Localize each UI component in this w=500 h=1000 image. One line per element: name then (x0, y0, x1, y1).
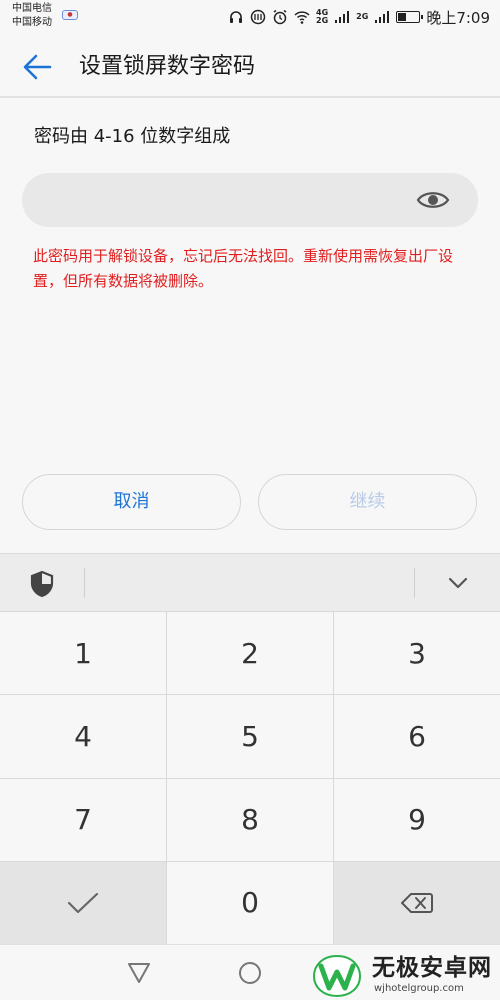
delete-key[interactable] (334, 861, 500, 944)
signal-icon-2 (375, 11, 390, 23)
keyboard-toolbar (0, 553, 500, 611)
key-3[interactable]: 3 (334, 612, 500, 695)
alarm-icon (273, 9, 287, 25)
key-0[interactable]: 0 (167, 861, 333, 944)
key-2[interactable]: 2 (167, 612, 333, 695)
carrier-2: 中国移动 (12, 17, 52, 28)
watermark-logo-icon (312, 954, 362, 998)
continue-button[interactable]: 继续 (258, 474, 477, 530)
numeric-keypad: 1 2 3 4 5 6 7 8 9 0 (0, 611, 500, 944)
key-4[interactable]: 4 (0, 695, 166, 778)
backspace-icon (401, 892, 433, 913)
wifi-icon (294, 11, 310, 24)
clock: 晚上7:09 (426, 8, 490, 27)
confirm-key[interactable] (0, 861, 166, 944)
checkmark-icon (67, 892, 99, 913)
toolbar-divider (84, 568, 85, 598)
headphones-icon (230, 11, 243, 23)
battery-icon (396, 11, 424, 23)
data-saver-icon (250, 9, 266, 25)
watermark-domain: wjhotelgroup.com (374, 983, 464, 994)
app-header: 设置锁屏数字密码 (0, 34, 500, 98)
key-5[interactable]: 5 (167, 695, 333, 778)
network-type-1: 4G 2G (316, 8, 329, 25)
arrow-left-icon[interactable] (22, 54, 52, 80)
cancel-button[interactable]: 取消 (22, 474, 241, 530)
key-7[interactable]: 7 (0, 778, 166, 861)
watermark-name: 无极安卓网 (372, 955, 492, 981)
network-type-2: 2G (356, 12, 369, 21)
shield-icon (30, 570, 54, 598)
key-1[interactable]: 1 (0, 612, 166, 695)
key-8[interactable]: 8 (167, 778, 333, 861)
triangle-back-icon[interactable] (126, 961, 152, 985)
key-9[interactable]: 9 (334, 778, 500, 861)
carrier-info: 中国电信 中国移动 (12, 2, 52, 30)
app-notification-icon: ● (62, 10, 78, 20)
circle-home-icon[interactable] (238, 961, 262, 985)
signal-icon-1 (335, 11, 350, 23)
page-title: 设置锁屏数字密码 (79, 54, 256, 79)
eye-icon[interactable] (416, 187, 450, 213)
status-icons: 4G 2G 2G 晚上7:09 (228, 6, 490, 28)
key-6[interactable]: 6 (334, 695, 500, 778)
status-bar: 中国电信 中国移动 ● 4G 2G 2G 晚上7:09 (0, 0, 500, 34)
password-input[interactable] (22, 173, 478, 227)
password-hint: 密码由 4-16 位数字组成 (34, 126, 231, 147)
toolbar-divider (414, 568, 415, 598)
carrier-1: 中国电信 (12, 3, 52, 14)
chevron-down-icon[interactable] (444, 572, 472, 594)
watermark: 无极安卓网 wjhotelgroup.com (312, 952, 500, 1000)
warning-text: 此密码用于解锁设备，忘记后无法找回。重新使用需恢复出厂设置，但所有数据将被删除。 (33, 247, 454, 290)
